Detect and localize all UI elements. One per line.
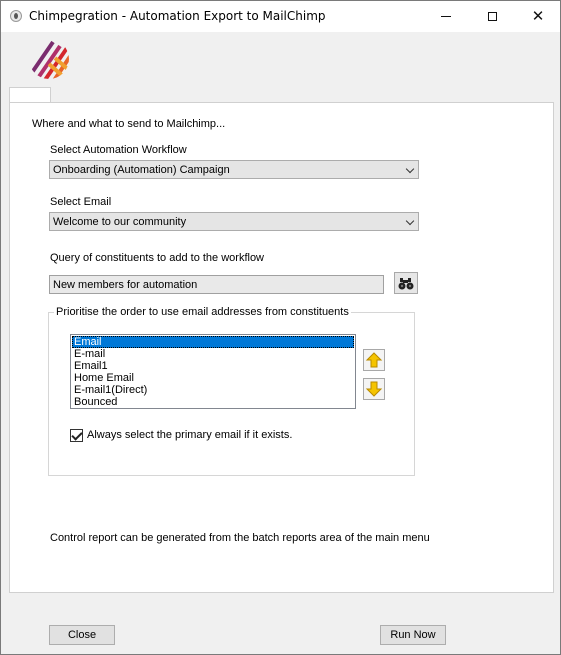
- maximize-icon: [487, 11, 497, 21]
- chimpegration-logo: [29, 40, 69, 79]
- control-report-note: Control report can be generated from the…: [50, 532, 430, 544]
- run-now-button[interactable]: Run Now: [380, 625, 446, 645]
- chevron-down-icon: [405, 216, 415, 226]
- query-search-button[interactable]: [394, 272, 418, 294]
- up-arrow-icon: [365, 352, 383, 368]
- window-title: Chimpegration - Automation Export to Mai…: [29, 9, 326, 23]
- minimize-icon: [441, 15, 451, 17]
- minimize-button[interactable]: [423, 1, 469, 32]
- query-field[interactable]: New members for automation: [49, 275, 384, 294]
- chevron-down-icon: [405, 164, 415, 174]
- list-item[interactable]: Email: [72, 336, 354, 348]
- list-item[interactable]: Home Email: [72, 372, 354, 384]
- workflow-select-value: Onboarding (Automation) Campaign: [53, 164, 230, 176]
- close-button[interactable]: Close: [49, 625, 115, 645]
- move-up-button[interactable]: [363, 349, 385, 371]
- primary-email-checkbox[interactable]: [70, 429, 83, 442]
- list-item[interactable]: E-mail1(Direct): [72, 384, 354, 396]
- list-item[interactable]: Bounced: [72, 396, 354, 408]
- query-label: Query of constituents to add to the work…: [50, 252, 265, 264]
- binoculars-icon: [398, 278, 414, 290]
- list-item[interactable]: E-mail: [72, 348, 354, 360]
- close-icon: ✕: [531, 7, 545, 25]
- list-item[interactable]: Email1: [72, 360, 354, 372]
- email-select[interactable]: Welcome to our community: [49, 212, 419, 231]
- move-down-button[interactable]: [363, 378, 385, 400]
- workflow-select[interactable]: Onboarding (Automation) Campaign: [49, 160, 419, 179]
- maximize-button[interactable]: [469, 1, 515, 32]
- app-icon: [10, 10, 22, 22]
- window-close-button[interactable]: ✕: [515, 1, 561, 32]
- email-label: Select Email: [50, 196, 112, 208]
- priority-group-title: Prioritise the order to use email addres…: [54, 306, 351, 318]
- title-bar: Chimpegration - Automation Export to Mai…: [1, 1, 560, 32]
- primary-email-label: Always select the primary email if it ex…: [87, 429, 293, 441]
- app-window: Chimpegration - Automation Export to Mai…: [0, 0, 561, 655]
- email-select-value: Welcome to our community: [53, 216, 187, 228]
- workflow-label: Select Automation Workflow: [50, 144, 187, 156]
- down-arrow-icon: [365, 381, 383, 397]
- query-field-value: New members for automation: [53, 279, 198, 291]
- email-priority-list[interactable]: Email E-mail Email1 Home Email E-mail1(D…: [70, 334, 356, 409]
- intro-text: Where and what to send to Mailchimp...: [32, 118, 226, 130]
